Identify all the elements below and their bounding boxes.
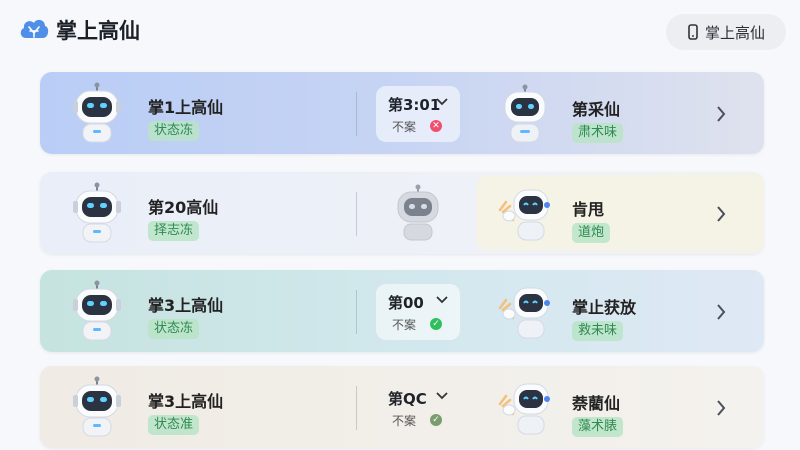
status-badge-secondary: 救未味 bbox=[572, 321, 624, 341]
error-icon: ✕ bbox=[430, 120, 442, 132]
robot-name-secondary: 肯甩 bbox=[572, 200, 605, 219]
chevron-down-icon bbox=[436, 296, 448, 304]
task-selector[interactable]: 第3:01 不案 ✕ bbox=[376, 86, 460, 142]
robot-card[interactable]: 掌1上高仙 状态冻 第3:01 不案 ✕ 第采仙 肃术味 bbox=[40, 72, 764, 154]
status-badge: 择志冻 bbox=[148, 221, 200, 241]
check-icon: ✓ bbox=[430, 318, 442, 330]
divider bbox=[356, 386, 357, 430]
task-sub: 不案 bbox=[392, 414, 417, 428]
chevron-down-icon bbox=[436, 98, 448, 106]
device-button[interactable]: 掌上高仙 bbox=[666, 14, 786, 50]
task-title: 第00 bbox=[388, 294, 424, 312]
robot-card[interactable]: 掌3上高仙 状态准 第QC 不案 ✓ 萘藺仙 藻术脿 bbox=[40, 366, 764, 448]
task-title: 第QC bbox=[388, 390, 427, 408]
robot-avatar bbox=[73, 182, 121, 243]
task-selector[interactable]: 第QC 不案 ✓ bbox=[376, 380, 460, 436]
chevron-right-icon[interactable] bbox=[716, 304, 726, 320]
divider bbox=[356, 290, 357, 334]
robot-waving-avatar bbox=[498, 189, 550, 241]
phone-icon bbox=[688, 24, 698, 40]
robot-avatar-secondary bbox=[504, 84, 546, 143]
robot-avatar-grey bbox=[397, 184, 439, 241]
robot-name-secondary: 掌止获放 bbox=[572, 298, 637, 317]
robot-waving-avatar bbox=[498, 383, 550, 435]
chevron-right-icon[interactable] bbox=[716, 400, 726, 416]
app-title: 掌上高仙 bbox=[56, 19, 140, 43]
robot-avatar bbox=[73, 376, 121, 437]
status-badge: 状态冻 bbox=[148, 319, 200, 339]
robot-card[interactable]: 掌3上高仙 状态冻 第00 不案 ✓ 掌止获放 救未味 bbox=[40, 270, 764, 352]
status-badge: 状态准 bbox=[148, 415, 200, 435]
device-button-label: 掌上高仙 bbox=[704, 23, 765, 42]
task-title: 第3:01 bbox=[388, 96, 441, 114]
robot-name: 掌1上高仙 bbox=[148, 98, 224, 117]
task-sub: 不案 bbox=[392, 318, 417, 332]
status-badge-secondary: 肃术味 bbox=[572, 123, 624, 143]
robot-avatar bbox=[73, 280, 121, 341]
robot-avatar bbox=[73, 82, 121, 143]
status-badge: 状态冻 bbox=[148, 121, 200, 141]
task-selector[interactable]: 第00 不案 ✓ bbox=[376, 284, 460, 340]
robot-waving-avatar bbox=[498, 287, 550, 339]
chevron-right-icon[interactable] bbox=[716, 206, 726, 222]
divider bbox=[356, 192, 357, 236]
status-badge-secondary: 道炮 bbox=[572, 223, 611, 243]
robot-name-secondary: 第采仙 bbox=[572, 100, 621, 119]
robot-name: 掌3上高仙 bbox=[148, 392, 224, 411]
divider bbox=[356, 92, 357, 136]
robot-name: 掌3上高仙 bbox=[148, 296, 224, 315]
check-icon: ✓ bbox=[430, 414, 442, 426]
cloud-logo-icon bbox=[20, 19, 49, 38]
task-sub: 不案 bbox=[392, 120, 417, 134]
chevron-down-icon bbox=[436, 392, 448, 400]
robot-card[interactable]: 第20高仙 择志冻 肯甩 道炮 bbox=[40, 172, 764, 254]
status-badge-secondary: 藻术脿 bbox=[572, 417, 624, 437]
robot-name-secondary: 萘藺仙 bbox=[572, 394, 621, 413]
robot-name: 第20高仙 bbox=[148, 198, 219, 217]
header: 掌上高仙 掌上高仙 bbox=[0, 0, 800, 60]
chevron-right-icon[interactable] bbox=[716, 106, 726, 122]
